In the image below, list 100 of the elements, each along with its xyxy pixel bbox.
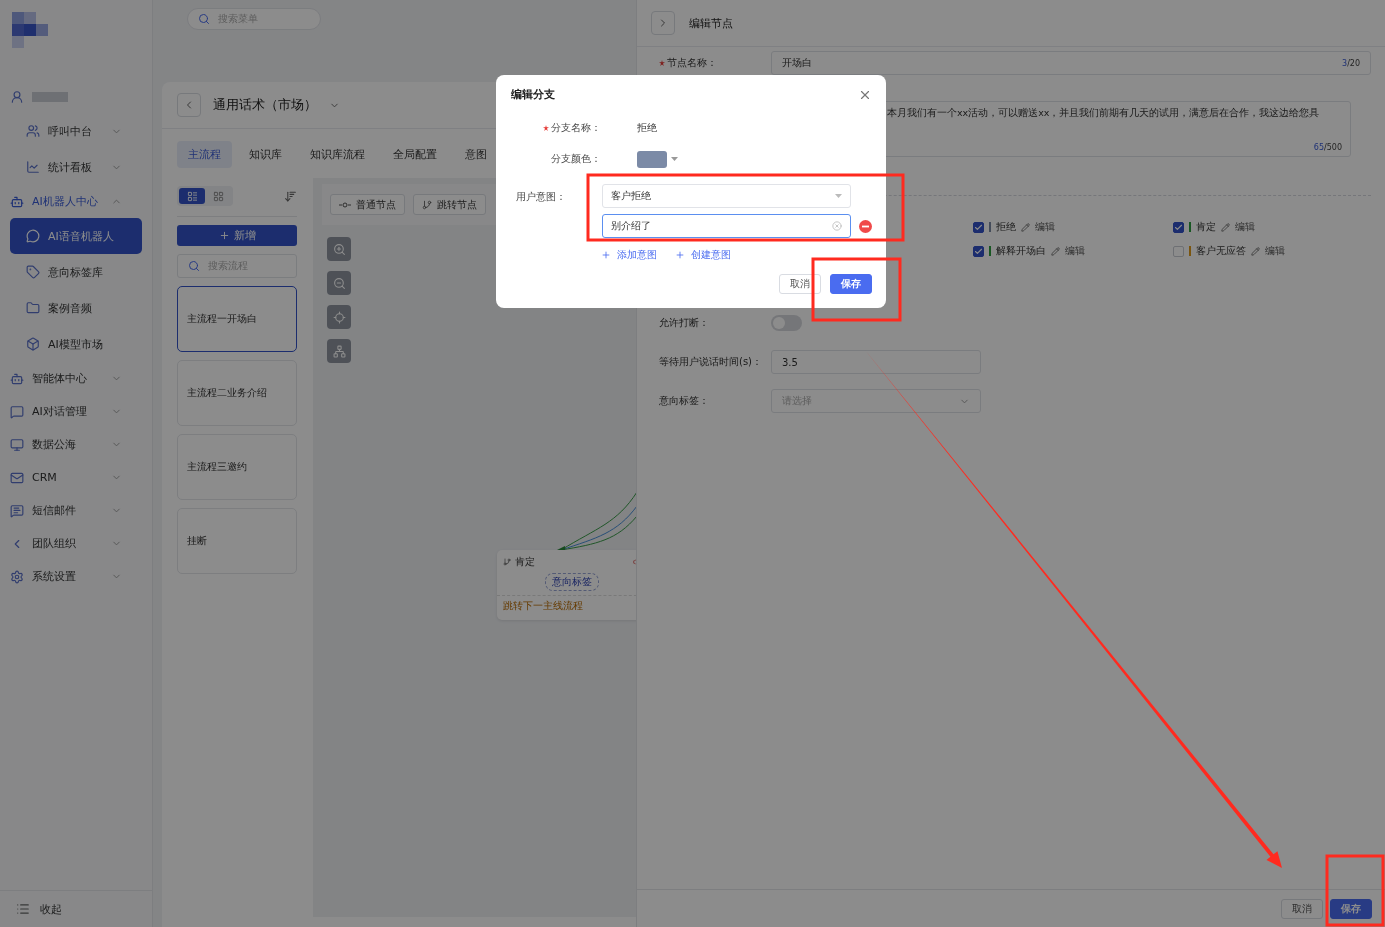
intent-tag: 意向标签 [545, 573, 599, 591]
users-icon [26, 124, 40, 138]
edit-link[interactable]: 编辑 [1065, 244, 1085, 258]
sidebar-item[interactable]: 意向标签库 [10, 254, 142, 290]
zoom-in-icon [332, 242, 346, 256]
plus-icon[interactable] [601, 250, 611, 260]
field-label: 意向标签： [659, 394, 710, 408]
message-icon [10, 503, 24, 518]
edit-link[interactable]: 编辑 [1035, 220, 1055, 234]
logo-icon [12, 12, 48, 48]
tab[interactable]: 知识库流程 [299, 141, 376, 168]
sidebar-item[interactable]: AI机器人中心 [10, 185, 142, 218]
wait-time-field[interactable]: 3.5 [771, 350, 981, 374]
locate-button[interactable] [327, 305, 351, 329]
sidebar-item[interactable]: 数据公海 [10, 428, 142, 461]
zoom-in-button[interactable] [327, 237, 351, 261]
sidebar-item[interactable]: AI模型市场 [10, 326, 142, 362]
sidebar-item[interactable]: AI对话管理 [10, 395, 142, 428]
flow-item[interactable]: 主流程二业务介绍 [177, 360, 297, 426]
sidebar-item[interactable]: 案例音频 [10, 290, 142, 326]
branch-icon [422, 199, 432, 210]
caret-icon[interactable] [671, 157, 678, 161]
back-button[interactable] [177, 93, 201, 117]
settings-icon [10, 569, 24, 584]
list-view-button[interactable] [179, 188, 205, 204]
sidebar-item[interactable]: 统计看板 [10, 149, 142, 185]
flow-item[interactable]: 主流程一开场白 [177, 286, 297, 352]
pencil-icon[interactable] [1221, 222, 1230, 232]
tab[interactable]: 意图 [454, 141, 498, 168]
sidebar-item[interactable]: 智能体中心 [10, 362, 142, 395]
add-link[interactable]: 创建意图 [691, 248, 731, 262]
branch-label: 解释开场白 [996, 244, 1046, 258]
robot-icon [10, 194, 24, 209]
tab[interactable]: 主流程 [177, 141, 232, 168]
cancel-button[interactable]: 取消 [1281, 898, 1323, 919]
intent-input[interactable]: 别介绍了 [602, 214, 851, 238]
cancel-button[interactable]: 取消 [779, 274, 821, 294]
branch-label: 客户无应答 [1196, 244, 1246, 258]
search-icon [198, 13, 210, 25]
robot-icon [10, 371, 24, 386]
list-icon [186, 190, 198, 202]
zoom-out-button[interactable] [327, 271, 351, 295]
clear-icon[interactable] [832, 221, 842, 231]
chart-icon [26, 160, 40, 174]
add-button[interactable]: 新增 [177, 225, 297, 246]
folder-icon [26, 301, 40, 315]
remove-icon[interactable] [859, 219, 872, 233]
branch-icon [503, 558, 511, 566]
caret-icon [835, 194, 842, 198]
chat-icon [10, 404, 24, 419]
sidebar-item[interactable]: 团队组织 [10, 527, 142, 560]
node-button[interactable]: 跳转节点 [413, 194, 486, 215]
field-label: 节点名称： [659, 56, 771, 70]
pencil-icon[interactable] [1051, 246, 1060, 256]
chat-icon [26, 229, 40, 243]
flow-item[interactable]: 主流程三邀约 [177, 434, 297, 500]
tag-icon [26, 265, 40, 279]
zoom-out-icon [332, 276, 346, 290]
sidebar-item[interactable]: 系统设置 [10, 560, 142, 593]
field-label: 分支颜色： [550, 152, 601, 166]
tab[interactable]: 全局配置 [382, 141, 448, 168]
sidebar-item[interactable]: 短信邮件 [10, 494, 142, 527]
intent-select[interactable]: 客户拒绝 [602, 184, 851, 208]
edit-link[interactable]: 编辑 [1235, 220, 1255, 234]
field-label: 允许打断： [659, 316, 710, 330]
pencil-icon[interactable] [1251, 246, 1260, 256]
save-button[interactable]: 保存 [830, 274, 872, 294]
collapse-icon [16, 902, 30, 916]
cube-icon [26, 337, 40, 351]
flow-item[interactable]: 挂断 [177, 508, 297, 574]
node-icon [339, 200, 351, 209]
checkbox[interactable] [973, 221, 984, 233]
tab[interactable]: 知识库 [238, 141, 293, 168]
branch-label: 拒绝 [996, 220, 1016, 234]
sort-icon[interactable] [284, 189, 297, 203]
add-link[interactable]: 添加意图 [617, 248, 657, 262]
field-label: 用户意图： [515, 190, 566, 204]
sidebar-item[interactable]: CRM [10, 461, 142, 494]
edit-link[interactable]: 编辑 [1265, 244, 1285, 258]
sidebar-item[interactable]: AI语音机器人 [10, 218, 142, 254]
mail-icon [10, 470, 24, 485]
collapse-link[interactable]: 收起 [40, 901, 62, 917]
plus-icon [218, 230, 230, 241]
node-name-field[interactable]: 开场白 3/20 [771, 51, 1371, 75]
color-swatch[interactable] [637, 150, 667, 168]
pencil-icon[interactable] [1021, 222, 1030, 232]
user-icon [10, 89, 24, 104]
locate-icon [332, 310, 346, 324]
grid-icon [212, 190, 224, 202]
checkbox[interactable] [1173, 221, 1184, 233]
save-button[interactable]: 保存 [1330, 898, 1372, 919]
collapse-button[interactable] [651, 11, 675, 35]
dialog-title: 编辑分支 [511, 87, 555, 102]
layout-button[interactable] [327, 339, 351, 363]
sidebar-item[interactable]: 呼叫中台 [10, 113, 142, 149]
page-title: 通用话术（市场） [213, 96, 317, 114]
checkbox[interactable] [973, 245, 984, 257]
plus-icon[interactable] [675, 250, 685, 260]
node-button[interactable]: 普通节点 [330, 194, 405, 215]
check-icon [974, 246, 983, 256]
